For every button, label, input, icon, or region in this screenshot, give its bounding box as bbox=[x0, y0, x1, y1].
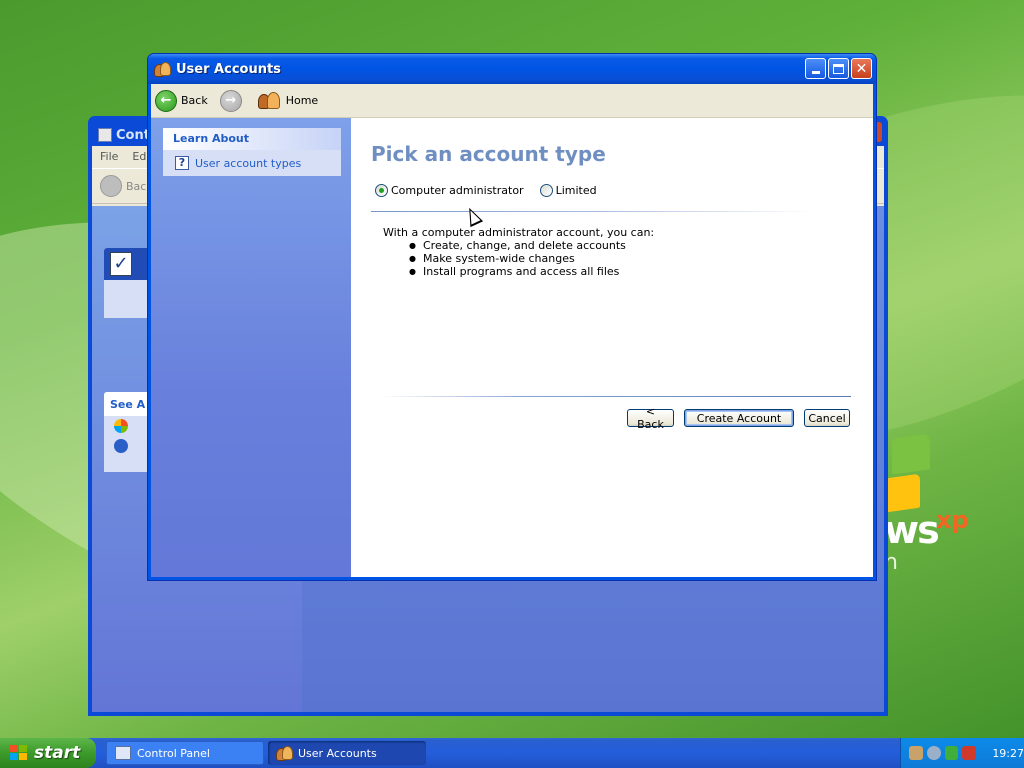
network-icon[interactable] bbox=[909, 746, 923, 760]
clock[interactable]: 19:27 bbox=[992, 747, 1024, 760]
forward-arrow-icon[interactable]: → bbox=[219, 89, 242, 112]
sidebar-item-label[interactable]: User account types bbox=[195, 157, 301, 170]
taskbar-item-label[interactable]: User Accounts bbox=[298, 747, 377, 760]
logo-flag-yellow bbox=[886, 473, 920, 513]
menu-file[interactable]: File bbox=[100, 150, 118, 164]
wizard-buttons: < Back Create Account Cancel bbox=[627, 405, 850, 431]
system-tray: 19:27 bbox=[900, 738, 1024, 768]
close-button[interactable]: ✕ bbox=[851, 58, 872, 79]
back-arrow-icon[interactable]: ← bbox=[155, 89, 177, 112]
window-controls: ✕ bbox=[805, 58, 872, 79]
radio-computer-administrator[interactable]: Computer administrator bbox=[375, 184, 524, 197]
security-icon[interactable] bbox=[944, 746, 959, 760]
radio-label[interactable]: Limited bbox=[556, 184, 597, 197]
user-accounts-window[interactable]: User Accounts ✕ ← Back → Home Learn Abou… bbox=[147, 53, 877, 581]
back-arrow-icon[interactable] bbox=[100, 175, 122, 197]
page-title: Pick an account type bbox=[371, 142, 606, 166]
help-icon: ? bbox=[175, 156, 189, 170]
radio-button[interactable] bbox=[539, 184, 553, 197]
account-type-options: Computer administrator Limited bbox=[375, 184, 597, 197]
main-content: Pick an account type Computer administra… bbox=[351, 118, 873, 577]
user-accounts-titlebar[interactable]: User Accounts ✕ bbox=[148, 54, 876, 84]
taskbar-item-control-panel[interactable]: Control Panel bbox=[106, 741, 264, 765]
user-accounts-icon bbox=[154, 62, 171, 77]
cancel-button[interactable]: Cancel bbox=[804, 409, 850, 427]
list-item: Install programs and access all files bbox=[409, 265, 654, 278]
close-icon: ✕ bbox=[855, 60, 868, 77]
windows-xp-logo: ws xp n bbox=[884, 430, 1024, 590]
taskbar-item-user-accounts[interactable]: User Accounts bbox=[268, 741, 426, 765]
radio-label[interactable]: Computer administrator bbox=[391, 184, 524, 197]
capabilities-list: Create, change, and delete accounts Make… bbox=[409, 239, 654, 278]
user-accounts-icon bbox=[276, 746, 293, 761]
description-intro: With a computer administrator account, y… bbox=[383, 226, 655, 239]
create-account-button[interactable]: Create Account bbox=[684, 409, 794, 427]
logo-text: ws bbox=[884, 508, 940, 552]
back-button-label[interactable]: Back bbox=[181, 94, 208, 107]
start-label[interactable]: start bbox=[34, 743, 80, 763]
back-button[interactable]: < Back bbox=[627, 405, 674, 431]
control-panel-icon bbox=[115, 746, 131, 760]
windows-flag-icon bbox=[10, 745, 28, 761]
minimize-icon bbox=[811, 71, 820, 74]
account-description: With a computer administrator account, y… bbox=[383, 226, 654, 278]
start-button[interactable]: start bbox=[0, 738, 96, 768]
taskbar: start Control Panel User Accounts 19:27 bbox=[0, 738, 1024, 768]
maximize-button[interactable] bbox=[828, 58, 849, 79]
logo-sup: xp bbox=[936, 506, 969, 534]
help-icon bbox=[114, 439, 128, 453]
window-title: User Accounts bbox=[176, 61, 281, 77]
control-panel-back-label[interactable]: Bac bbox=[126, 180, 146, 193]
navigation-toolbar: ← Back → Home bbox=[151, 84, 873, 118]
home-button-label[interactable]: Home bbox=[286, 94, 318, 107]
radio-limited[interactable]: Limited bbox=[539, 184, 597, 197]
maximize-icon bbox=[833, 63, 844, 74]
home-users-icon[interactable] bbox=[257, 91, 282, 111]
taskbar-item-label[interactable]: Control Panel bbox=[137, 747, 210, 760]
logo-flag-green bbox=[892, 433, 930, 475]
list-item: Create, change, and delete accounts bbox=[409, 239, 654, 252]
control-panel-icon bbox=[98, 128, 112, 142]
volume-icon[interactable] bbox=[926, 746, 941, 760]
divider bbox=[381, 396, 851, 397]
learn-about-box: Learn About ? User account types bbox=[163, 128, 341, 176]
task-pane: Learn About ? User account types bbox=[151, 118, 351, 577]
divider bbox=[371, 211, 816, 212]
minimize-button[interactable] bbox=[805, 58, 826, 79]
windows-update-icon bbox=[114, 419, 128, 433]
radio-button-selected[interactable] bbox=[375, 184, 388, 197]
shield-icon[interactable] bbox=[962, 746, 977, 760]
learn-about-header: Learn About bbox=[163, 128, 341, 150]
sidebar-item-user-account-types[interactable]: ? User account types bbox=[163, 150, 341, 176]
list-item: Make system-wide changes bbox=[409, 252, 654, 265]
checkmark-icon: ✓ bbox=[110, 252, 132, 276]
